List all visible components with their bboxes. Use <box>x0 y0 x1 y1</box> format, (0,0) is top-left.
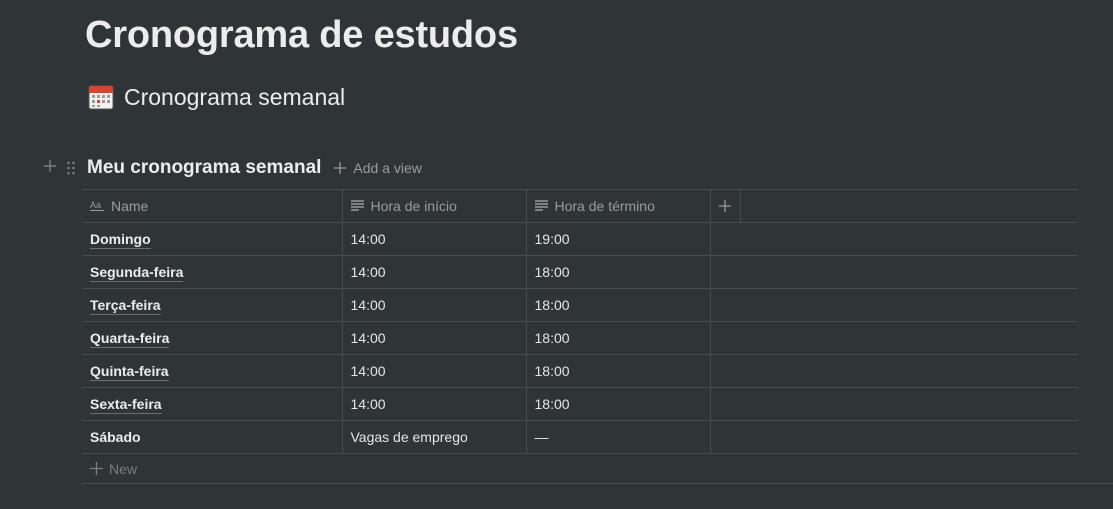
text-property-icon <box>534 198 548 214</box>
database-title[interactable]: Meu cronograma semanal <box>87 157 321 179</box>
database-header: Meu cronograma semanal Add a view <box>40 154 1040 182</box>
name-cell[interactable]: Sexta-feira <box>82 387 343 421</box>
table-row[interactable]: Quarta-feira 14:00 18:00 <box>82 321 1078 355</box>
end-cell[interactable]: 18:00 <box>525 255 711 289</box>
column-header-name[interactable]: Aa Name <box>82 189 343 223</box>
end-cell[interactable]: 18:00 <box>525 321 711 355</box>
column-header-label: Hora de início <box>370 198 457 214</box>
empty-cell <box>709 288 1078 322</box>
drag-handle-icon[interactable] <box>64 158 78 178</box>
empty-cell <box>709 387 1078 421</box>
end-cell[interactable]: 19:00 <box>525 222 711 256</box>
end-cell[interactable]: 18:00 <box>525 387 711 421</box>
table-row[interactable]: Quinta-feira 14:00 18:00 <box>82 354 1078 388</box>
page-title: Cronograma de estudos <box>85 14 518 56</box>
empty-header-cell <box>739 189 1078 223</box>
add-property-button[interactable] <box>709 189 741 223</box>
calendar-icon <box>88 84 114 110</box>
name-cell[interactable]: Domingo <box>82 222 343 256</box>
table-row[interactable]: Terça-feira 14:00 18:00 <box>82 288 1078 322</box>
start-cell[interactable]: 14:00 <box>341 321 527 355</box>
column-header-label: Name <box>111 198 149 214</box>
empty-cell <box>709 255 1078 289</box>
name-cell[interactable]: Sábado <box>82 420 343 454</box>
table-row[interactable]: Sexta-feira 14:00 18:00 <box>82 387 1078 421</box>
text-property-icon <box>350 198 364 214</box>
empty-cell <box>709 321 1078 355</box>
row-name: Quinta-feira <box>90 363 169 381</box>
plus-icon <box>718 196 731 216</box>
row-name: Domingo <box>90 231 151 249</box>
database-table: Aa Name Hora de início Hora de término D… <box>82 189 1078 454</box>
plus-icon <box>90 461 103 476</box>
row-name: Sábado <box>90 429 141 445</box>
add-view-label: Add a view <box>353 160 422 176</box>
row-name: Segunda-feira <box>90 264 184 282</box>
new-row-button[interactable]: New <box>82 454 1113 484</box>
start-cell[interactable]: 14:00 <box>341 255 527 289</box>
table-row[interactable]: Domingo 14:00 19:00 <box>82 222 1078 256</box>
empty-cell <box>709 420 1078 454</box>
svg-text:Aa: Aa <box>90 200 101 210</box>
add-view-button[interactable]: Add a view <box>333 160 422 176</box>
start-cell[interactable]: 14:00 <box>341 288 527 322</box>
column-header-label: Hora de término <box>554 198 655 214</box>
plus-icon <box>333 161 347 176</box>
name-cell[interactable]: Terça-feira <box>82 288 343 322</box>
end-cell[interactable]: 18:00 <box>525 354 711 388</box>
empty-cell <box>709 354 1078 388</box>
row-name: Quarta-feira <box>90 330 170 348</box>
row-name: Terça-feira <box>90 297 161 315</box>
page-subtitle: Cronograma semanal <box>124 83 346 110</box>
start-cell[interactable]: 14:00 <box>341 354 527 388</box>
table-row[interactable]: Sábado Vagas de emprego — <box>82 420 1078 454</box>
new-row-label: New <box>109 460 138 477</box>
name-cell[interactable]: Segunda-feira <box>82 255 343 289</box>
row-name: Sexta-feira <box>90 396 162 414</box>
table-row[interactable]: Segunda-feira 14:00 18:00 <box>82 255 1078 289</box>
subtitle-row: Cronograma semanal <box>88 82 345 112</box>
name-cell[interactable]: Quinta-feira <box>82 354 343 388</box>
column-header-start[interactable]: Hora de início <box>341 189 527 223</box>
start-cell[interactable]: 14:00 <box>341 387 527 421</box>
empty-cell <box>709 222 1078 256</box>
start-cell[interactable]: Vagas de emprego <box>341 420 527 454</box>
start-cell[interactable]: 14:00 <box>341 222 527 256</box>
column-header-end[interactable]: Hora de término <box>525 189 711 223</box>
end-cell[interactable]: — <box>525 420 711 454</box>
add-block-icon[interactable] <box>40 158 60 178</box>
end-cell[interactable]: 18:00 <box>525 288 711 322</box>
table-header-row: Aa Name Hora de início Hora de término <box>82 189 1078 223</box>
title-property-icon: Aa <box>90 198 104 214</box>
name-cell[interactable]: Quarta-feira <box>82 321 343 355</box>
